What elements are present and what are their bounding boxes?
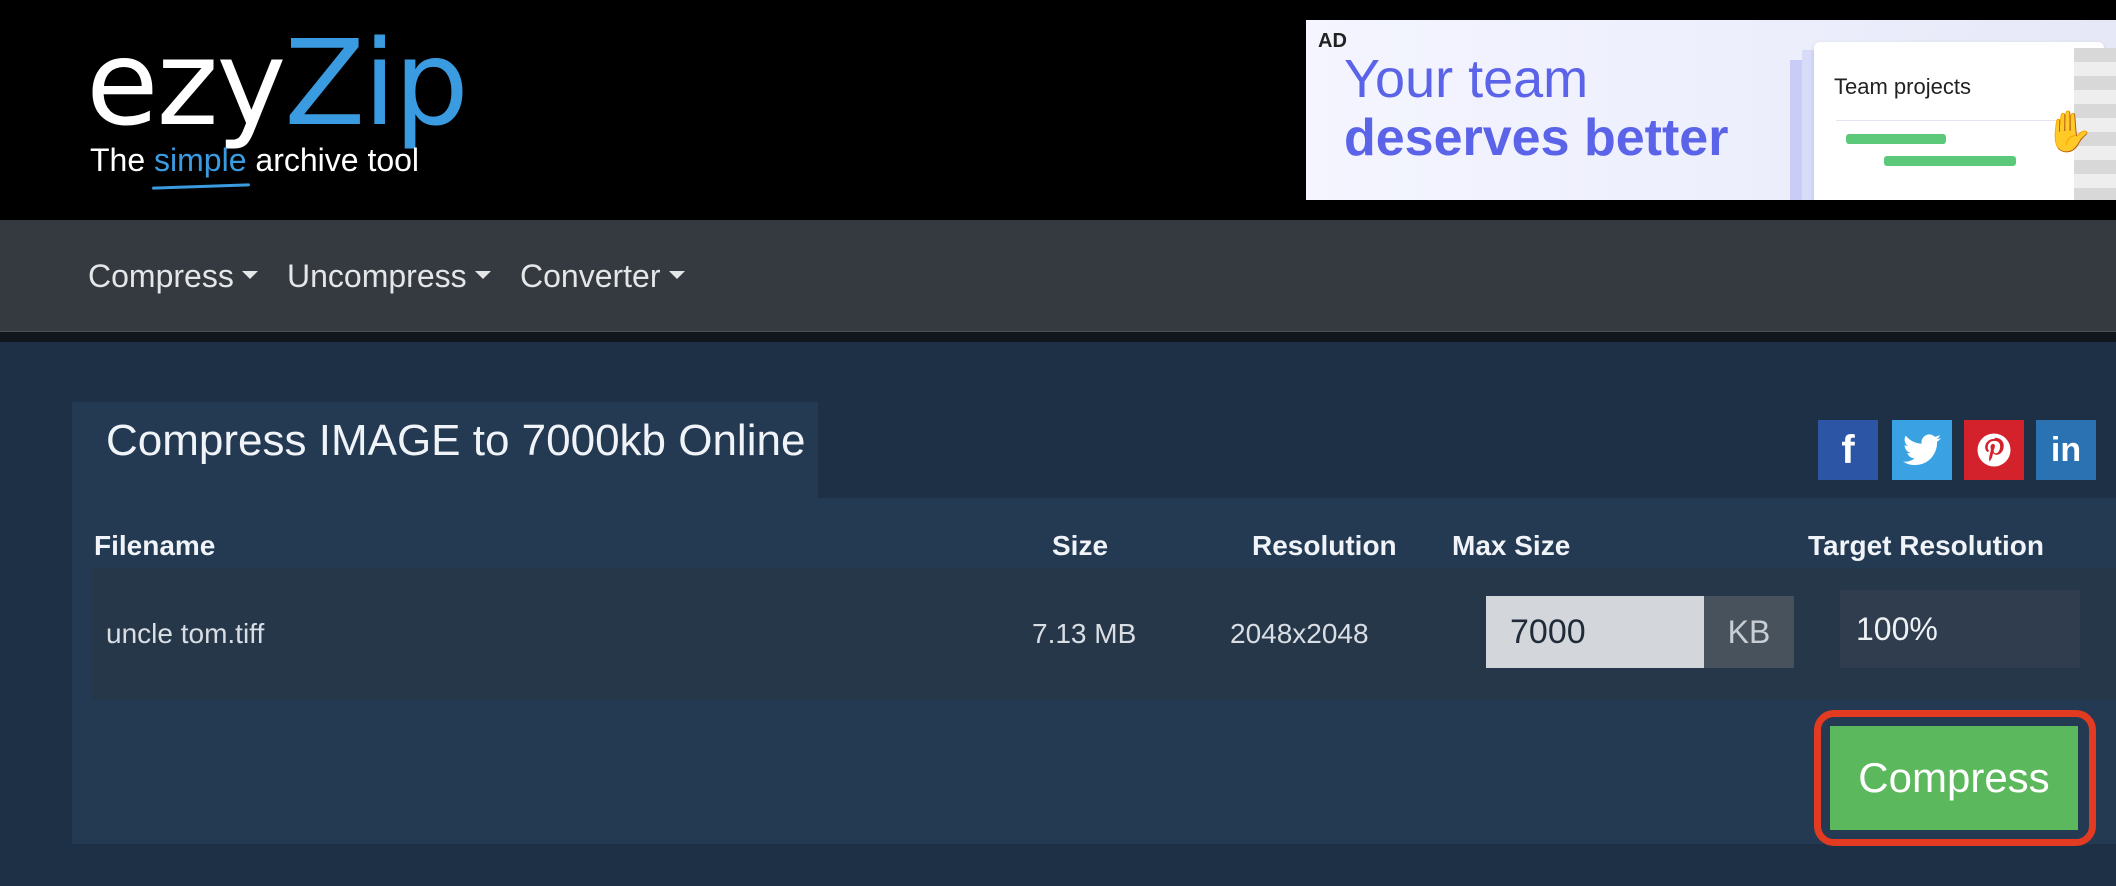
col-header-max-size: Max Size	[1452, 530, 1571, 561]
nav-compress[interactable]: Compress	[88, 258, 258, 295]
ad-label: AD	[1318, 30, 1347, 52]
ad-gantt-bar	[1846, 134, 1946, 144]
linkedin-share-button[interactable]: in	[2036, 420, 2096, 480]
file-size: 7.13 MB	[1032, 618, 1137, 649]
caret-down-icon	[668, 270, 685, 279]
twitter-icon	[1903, 434, 1941, 466]
nav-converter[interactable]: Converter	[520, 258, 685, 295]
max-size-input[interactable]	[1486, 596, 1704, 668]
col-header-filename: Filename	[94, 530, 216, 561]
col-header-size: Size	[1052, 530, 1109, 561]
ad-gantt-bar	[1884, 156, 2016, 166]
page-title-tab: Compress IMAGE to 7000kb Online	[72, 402, 818, 498]
facebook-share-button[interactable]: f	[1818, 420, 1878, 480]
ezyzip-logo[interactable]: ezyZip The simple archive tool	[86, 24, 469, 194]
col-header-resolution: Resolution	[1252, 530, 1397, 561]
logo-zip: Zip	[284, 14, 469, 152]
pinterest-share-button[interactable]	[1964, 420, 2024, 480]
main-content: Compress IMAGE to 7000kb Online f in Fil…	[0, 332, 2116, 886]
page-title: Compress IMAGE to 7000kb Online	[106, 416, 806, 465]
table-row: uncle tom.tiff 7.13 MB 2048x2048 KB	[92, 568, 2116, 700]
ad-headline-1: Your team	[1344, 49, 1589, 109]
hand-cursor-icon: ✋	[2044, 110, 2094, 154]
file-table: Filename Size Resolution Max Size Target…	[72, 498, 2116, 844]
nav-compress-label: Compress	[88, 258, 234, 294]
logo-wordmark: ezyZip	[86, 24, 469, 142]
facebook-icon: f	[1841, 427, 1855, 472]
target-resolution-input[interactable]	[1840, 590, 2080, 668]
ad-card-title: Team projects	[1834, 74, 1971, 99]
pinterest-icon	[1977, 433, 2011, 467]
nav-uncompress-label: Uncompress	[287, 258, 467, 294]
main-nav: Compress Uncompress Converter	[0, 220, 2116, 332]
nav-uncompress[interactable]: Uncompress	[287, 258, 491, 295]
twitter-share-button[interactable]	[1892, 420, 1952, 480]
col-header-target-resolution: Target Resolution	[1808, 530, 2044, 561]
logo-ezy: ezy	[86, 14, 286, 152]
caret-down-icon	[241, 270, 258, 279]
nav-converter-label: Converter	[520, 258, 661, 294]
linkedin-icon: in	[2050, 430, 2082, 469]
file-resolution: 2048x2048	[1230, 618, 1369, 649]
tagline-rest: archive tool	[255, 142, 420, 178]
site-header: ezyZip The simple archive tool AD Your t…	[0, 0, 2116, 220]
tagline-simple: simple	[154, 142, 247, 178]
compress-button[interactable]: Compress	[1830, 726, 2078, 830]
caret-down-icon	[474, 270, 491, 279]
logo-tagline: The simple archive tool	[90, 142, 419, 179]
file-name: uncle tom.tiff	[106, 618, 265, 649]
ad-banner[interactable]: AD Your team deserves better Team projec…	[1306, 20, 2116, 200]
ad-headline-2: deserves better	[1344, 109, 1729, 167]
max-size-unit: KB	[1704, 596, 1794, 668]
tagline-the: The	[90, 142, 146, 178]
